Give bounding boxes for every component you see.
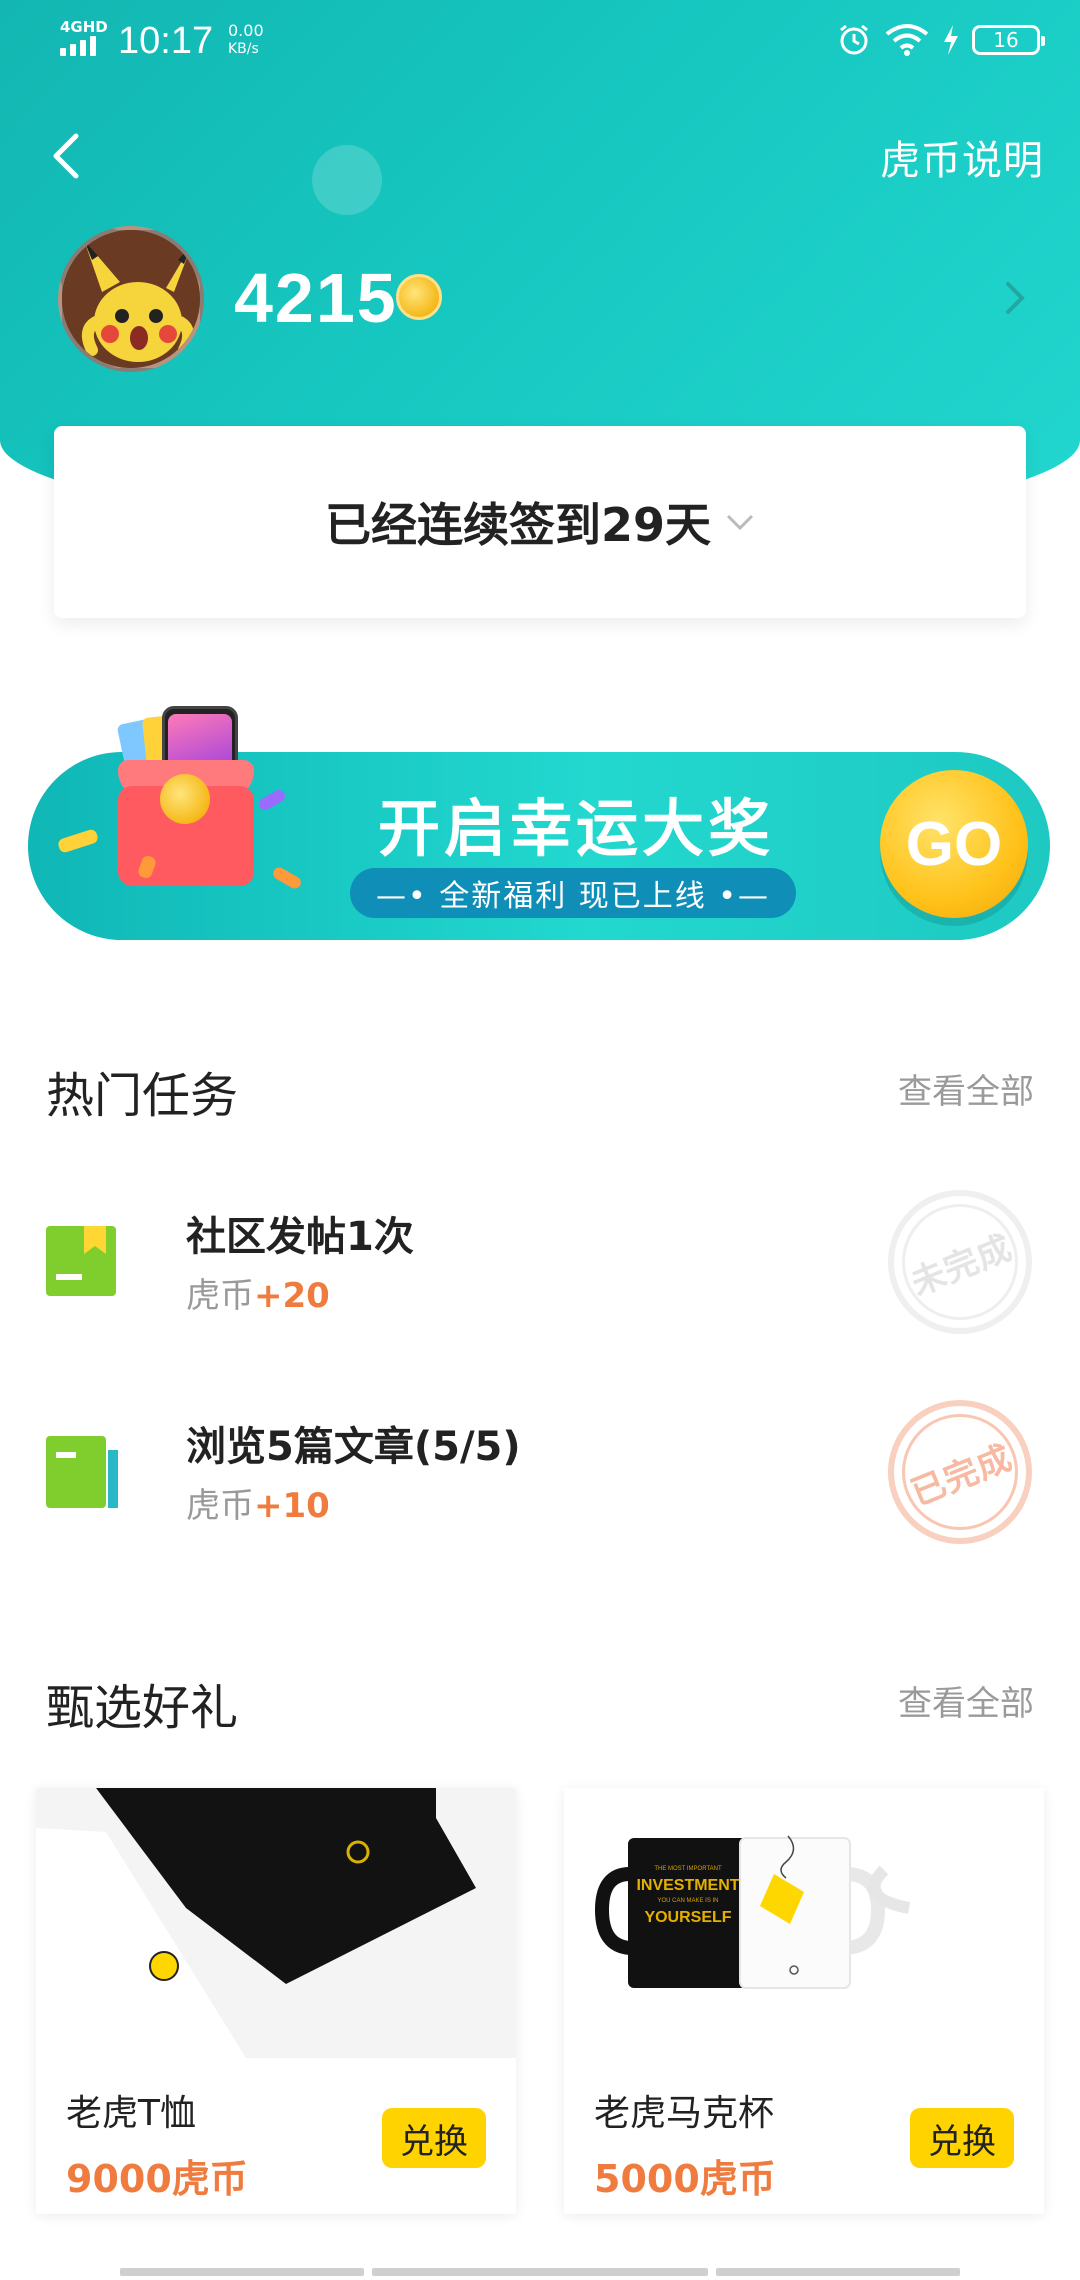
- exchange-button[interactable]: 兑换: [910, 2108, 1014, 2168]
- signin-card[interactable]: 已经连续签到29天: [54, 426, 1026, 618]
- signal-icon: [60, 36, 96, 56]
- scroll-indicator: [120, 2268, 364, 2276]
- task-reward: 虎币+10: [186, 1478, 330, 1527]
- mug-print-line: YOURSELF: [644, 1909, 731, 1926]
- network-type: 4GHD: [60, 18, 108, 36]
- network-speed-unit: KB/s: [228, 41, 259, 57]
- signin-streak-text: 已经连续签到29天: [324, 498, 711, 552]
- clock: 10:17: [118, 20, 214, 62]
- gift-name: 老虎T恤: [66, 2093, 196, 2134]
- task-reward-value: +10: [254, 1486, 330, 1526]
- task-name: 社区发帖1次: [186, 1214, 414, 1260]
- task-status-text: 未完成: [905, 1227, 1018, 1304]
- gift-card[interactable]: 老虎T恤 9000虎币 兑换: [36, 1788, 516, 2214]
- task-status-stamp: 未完成: [888, 1190, 1032, 1334]
- gift-card[interactable]: THE MOST IMPORTANT INVESTMENT YOU CAN MA…: [564, 1788, 1044, 2214]
- coin-icon: [160, 774, 210, 824]
- gift-name: 老虎马克杯: [594, 2093, 775, 2134]
- wifi-icon: [885, 24, 929, 56]
- task-row[interactable]: 社区发帖1次 虎币+20 未完成: [0, 1180, 1080, 1340]
- mug-image: THE MOST IMPORTANT INVESTMENT YOU CAN MA…: [564, 1788, 1044, 2058]
- chevron-down-icon: [726, 514, 754, 531]
- alarm-icon: [840, 24, 868, 55]
- task-status-text: 已完成: [905, 1437, 1018, 1514]
- coin-icon: [396, 274, 442, 320]
- tshirt-image: [36, 1788, 516, 2058]
- network-speed-value: 0.00: [228, 21, 264, 40]
- task-reward-label: 虎币: [186, 1276, 254, 1316]
- mug-illustration: THE MOST IMPORTANT INVESTMENT YOU CAN MA…: [564, 1788, 1044, 2058]
- gift-price: 9000虎币: [66, 2157, 248, 2201]
- chevron-right-icon: [1006, 282, 1025, 314]
- gifts-title: 甄选好礼: [46, 1680, 239, 1736]
- article-book-icon: [46, 1436, 118, 1508]
- back-button[interactable]: [50, 128, 94, 184]
- network-speed: 0.00 KB/s: [228, 22, 264, 58]
- tshirt-illustration: [36, 1788, 516, 2058]
- profile-more-button[interactable]: [996, 278, 1032, 318]
- battery-icon: 16: [972, 25, 1045, 55]
- task-reward: 虎币+20: [186, 1268, 330, 1317]
- task-reward-value: +20: [254, 1276, 330, 1316]
- gift-price: 5000虎币: [594, 2157, 776, 2201]
- hot-tasks-see-all-link[interactable]: 查看全部: [898, 1064, 1034, 1113]
- hot-tasks-title: 热门任务: [46, 1068, 239, 1124]
- charging-icon: [944, 25, 958, 55]
- scroll-indicator: [372, 2268, 708, 2276]
- back-arrow-icon: [53, 133, 79, 179]
- mug-print-line: INVESTMENT: [636, 1877, 739, 1894]
- gifts-see-all-link[interactable]: 查看全部: [898, 1676, 1034, 1725]
- mug-print-line: YOU CAN MAKE IS IN: [657, 1898, 718, 1904]
- status-icons: 16: [836, 22, 1045, 58]
- go-button[interactable]: GO: [880, 770, 1028, 918]
- status-bar: 4GHD 10:17 0.00 KB/s 16: [0, 0, 1080, 84]
- task-reward-label: 虎币: [186, 1486, 254, 1526]
- decorative-bubble: [312, 145, 382, 215]
- bookmark-post-icon: [46, 1226, 116, 1296]
- coin-balance: 4215: [234, 259, 398, 337]
- scroll-indicator: [716, 2268, 960, 2276]
- task-status-stamp: 已完成: [888, 1400, 1032, 1544]
- promo-title: 开启幸运大奖: [377, 792, 774, 865]
- coin-rules-link[interactable]: 虎币说明: [880, 128, 1044, 186]
- battery-level: 16: [993, 28, 1019, 52]
- promo-subtitle: —• 全新福利 现已上线 •—: [350, 868, 796, 918]
- avatar[interactable]: [58, 226, 204, 372]
- task-row[interactable]: 浏览5篇文章(5/5) 虎币+10 已完成: [0, 1390, 1080, 1550]
- mug-print-line: THE MOST IMPORTANT: [654, 1866, 722, 1872]
- exchange-button[interactable]: 兑换: [382, 2108, 486, 2168]
- task-name: 浏览5篇文章(5/5): [186, 1424, 521, 1470]
